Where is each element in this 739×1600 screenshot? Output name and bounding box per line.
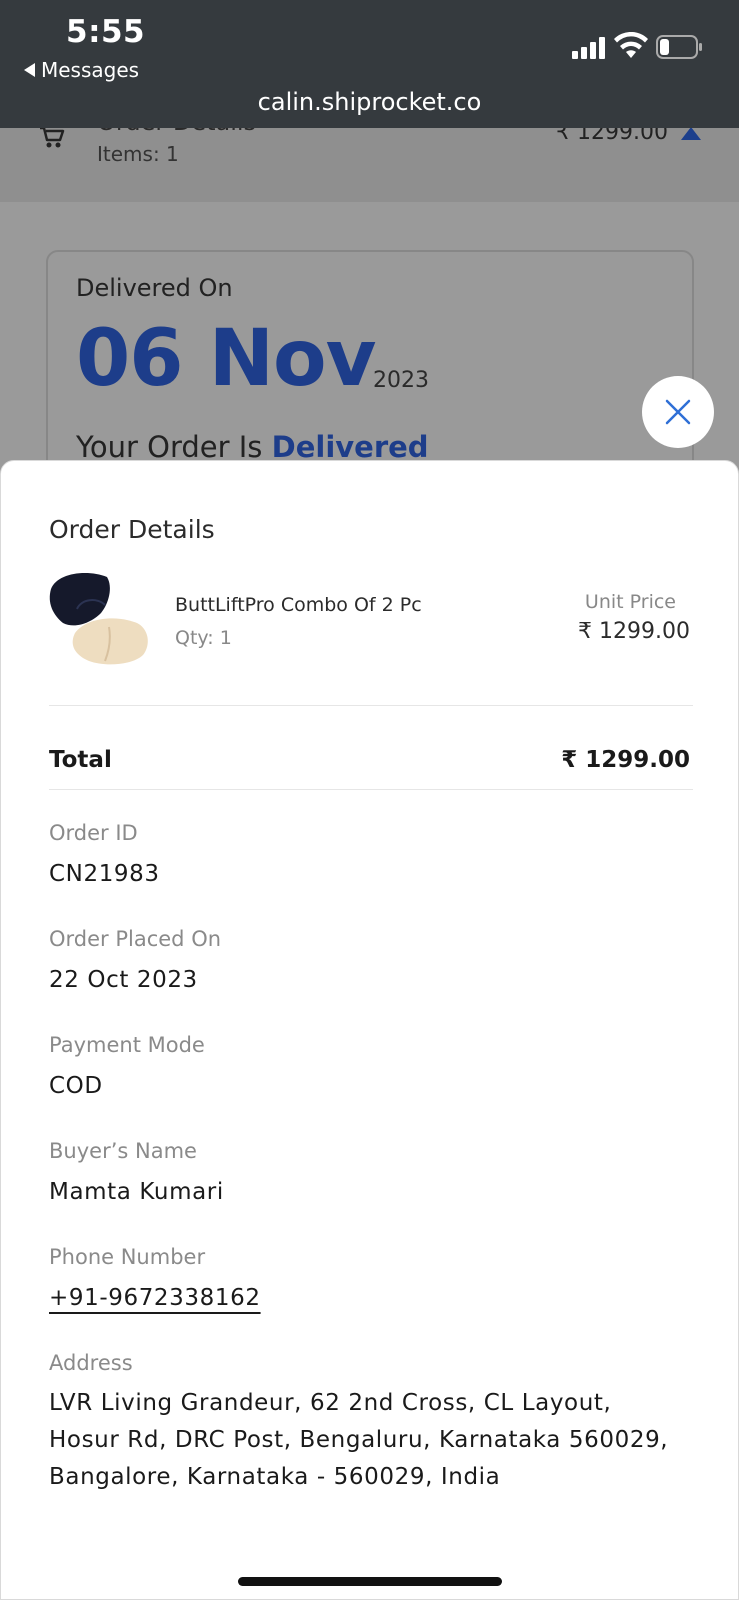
order-id-value: CN21983 bbox=[49, 861, 160, 887]
back-label: Messages bbox=[41, 58, 140, 82]
product-qty: Qty: 1 bbox=[175, 627, 232, 649]
clock: 5:55 bbox=[66, 14, 146, 50]
order-id-label: Order ID bbox=[49, 821, 138, 845]
order-status-line: Your Order Is Delivered bbox=[76, 430, 429, 464]
unit-price: ₹ 1299.00 bbox=[578, 619, 690, 644]
address-value: LVR Living Grandeur, 62 2nd Cross, CL La… bbox=[49, 1390, 669, 1490]
product-name[interactable]: ButtLiftPro Combo Of 2 Pc bbox=[175, 594, 422, 616]
total-label: Total bbox=[49, 747, 112, 773]
cellular-signal-icon bbox=[572, 37, 605, 59]
delivered-year: 2023 bbox=[373, 368, 429, 393]
unit-price-label: Unit Price bbox=[584, 591, 676, 613]
placed-on-label: Order Placed On bbox=[49, 927, 222, 951]
address-label: Address bbox=[49, 1351, 133, 1375]
status-bar: 5:55 Messages calin.shiprocket.co bbox=[0, 0, 739, 128]
wifi-icon bbox=[614, 32, 648, 58]
delivered-date: 06 Nov bbox=[76, 314, 376, 404]
divider bbox=[49, 705, 693, 706]
home-indicator[interactable] bbox=[238, 1577, 502, 1586]
phone-number-label: Phone Number bbox=[49, 1245, 206, 1269]
close-icon bbox=[665, 399, 691, 425]
product-image[interactable] bbox=[47, 569, 155, 669]
close-button[interactable] bbox=[642, 376, 714, 448]
collapse-caret-icon[interactable] bbox=[681, 127, 701, 140]
payment-mode-label: Payment Mode bbox=[49, 1033, 205, 1057]
order-status-value: Delivered bbox=[271, 430, 429, 464]
buyer-name-label: Buyer’s Name bbox=[49, 1139, 197, 1163]
back-arrow-icon bbox=[24, 63, 35, 77]
phone-number-link[interactable]: +91-9672338162 bbox=[49, 1285, 261, 1311]
total-value: ₹ 1299.00 bbox=[561, 747, 690, 773]
payment-mode-value: COD bbox=[49, 1073, 103, 1099]
back-to-messages-link[interactable]: Messages bbox=[24, 58, 139, 82]
background-items-count: Items: 1 bbox=[97, 142, 179, 166]
sheet-title: Order Details bbox=[49, 515, 215, 544]
delivered-on-label: Delivered On bbox=[76, 274, 233, 302]
order-status-text: Your Order Is bbox=[76, 430, 263, 464]
buyer-name-value: Mamta Kumari bbox=[49, 1179, 224, 1205]
order-details-sheet: Order Details ButtLiftPro Combo Of 2 Pc … bbox=[0, 460, 739, 1600]
divider bbox=[49, 789, 693, 790]
battery-icon bbox=[656, 35, 702, 59]
browser-url[interactable]: calin.shiprocket.co bbox=[0, 88, 739, 116]
placed-on-value: 22 Oct 2023 bbox=[49, 967, 198, 993]
